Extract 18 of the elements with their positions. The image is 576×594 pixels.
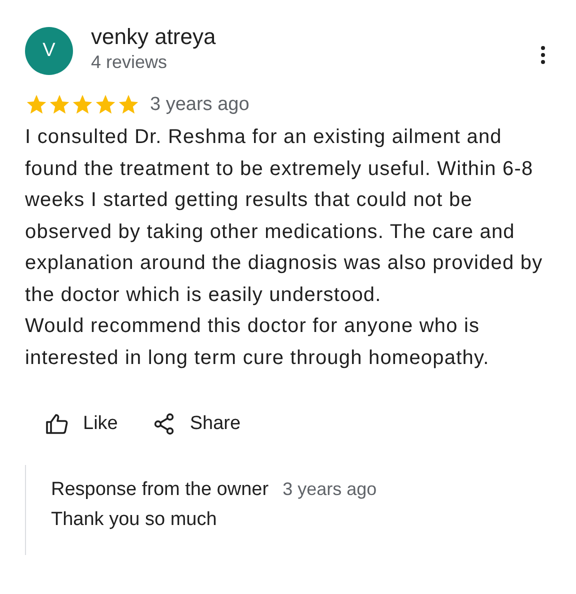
response-text: Thank you so much	[51, 509, 218, 531]
avatar[interactable]: V	[25, 27, 73, 75]
share-icon	[152, 412, 176, 436]
response-title: Response from the owner	[51, 479, 269, 501]
reviewer-name[interactable]: venky atreya	[91, 23, 531, 51]
like-button[interactable]: Like	[33, 406, 130, 442]
review-count: 4 reviews	[91, 51, 168, 73]
review-time: 3 years ago	[150, 94, 250, 116]
star-icon	[25, 93, 48, 116]
review-text: Would recommend this doctor for anyone who is interested in long term cure through homeopathy.	[25, 314, 490, 370]
review-text: I consulted Dr. Reshma for an existing ailment and found the treatment to be extremely useful. Within 6-8 weeks I started getting results that could not be observed by taking other medications. The care and explanation around the diagnosis was also provided by the doctor which is easily understood.	[25, 125, 544, 308]
star-icon	[71, 93, 94, 116]
response-time: 3 years ago	[282, 479, 377, 500]
thumbs-up-icon	[45, 412, 69, 436]
star-icon	[117, 93, 140, 116]
share-button[interactable]: Share	[140, 406, 253, 442]
star-icon	[94, 93, 117, 116]
star-icon	[48, 93, 71, 116]
